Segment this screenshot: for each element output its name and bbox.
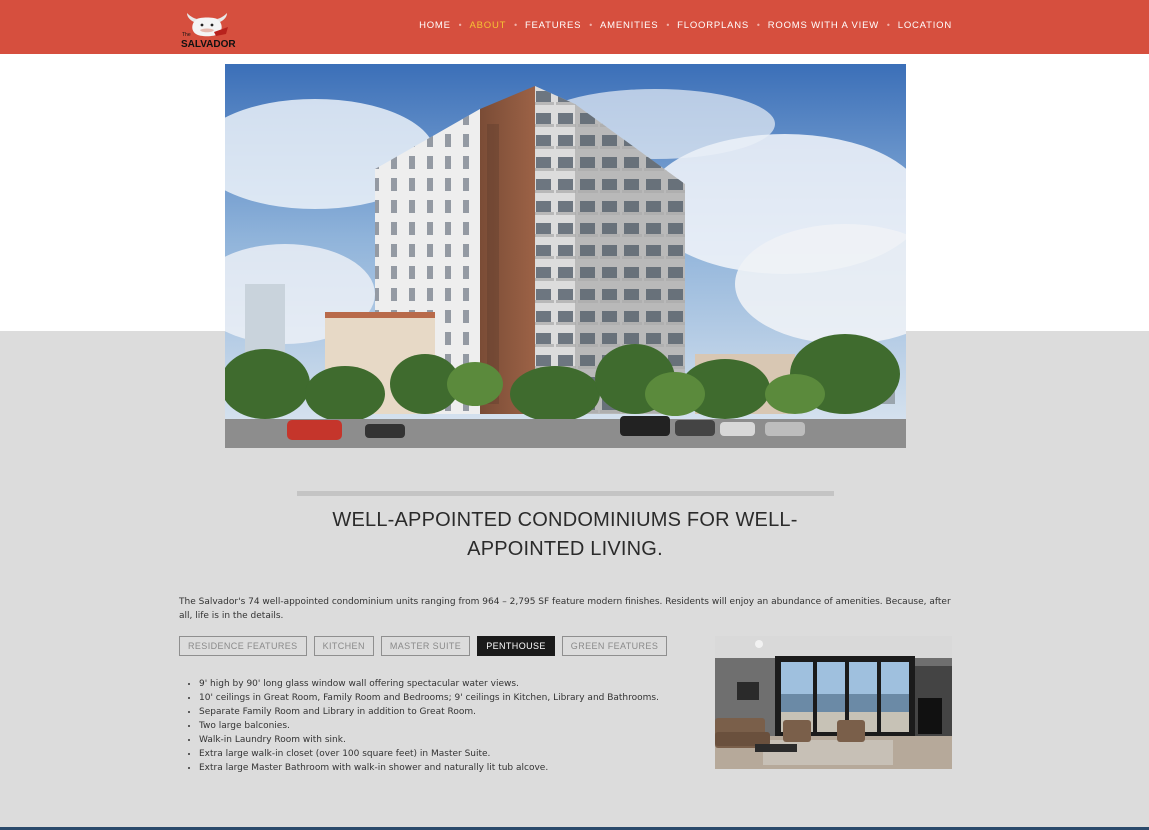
nav-separator: • bbox=[886, 21, 891, 30]
bull-logo-icon: The SALVADOR bbox=[181, 13, 236, 50]
nav-separator: • bbox=[513, 21, 518, 30]
logo-line1: The bbox=[182, 32, 191, 38]
tab-kitchen[interactable]: KITCHEN bbox=[313, 636, 374, 656]
penthouse-interior-image bbox=[715, 636, 952, 769]
nav-home[interactable]: HOME bbox=[419, 20, 451, 31]
tab-penthouse[interactable]: PENTHOUSE bbox=[477, 636, 555, 656]
nav-separator: • bbox=[665, 21, 671, 30]
tab-green-features[interactable]: GREEN FEATURES bbox=[561, 636, 668, 656]
tab-residence-features[interactable]: RESIDENCE FEATURES bbox=[179, 636, 307, 656]
nav-separator: • bbox=[756, 21, 761, 30]
main-nav: HOME • ABOUT • FEATURES • AMENITIES • FL… bbox=[419, 20, 952, 31]
site-header: The SALVADOR HOME • ABOUT • FEATURES • A… bbox=[0, 0, 1149, 54]
nav-floorplans[interactable]: FLOORPLANS bbox=[677, 20, 749, 31]
nav-rooms-with-a-view[interactable]: ROOMS WITH A VIEW bbox=[768, 20, 879, 31]
nav-amenities[interactable]: AMENITIES bbox=[600, 20, 658, 31]
penthouse-feature-list: 9' high by 90' long glass window wall of… bbox=[181, 677, 719, 775]
list-item: 9' high by 90' long glass window wall of… bbox=[199, 677, 719, 691]
list-item: Walk-in Laundry Room with sink. bbox=[199, 733, 719, 747]
nav-location[interactable]: LOCATION bbox=[898, 20, 952, 31]
feature-tabs: RESIDENCE FEATURES KITCHEN MASTER SUITE … bbox=[179, 636, 674, 656]
list-item: Extra large walk-in closet (over 100 squ… bbox=[199, 747, 719, 761]
tab-master-suite[interactable]: MASTER SUITE bbox=[380, 636, 471, 656]
logo-wordmark: SALVADOR bbox=[181, 39, 236, 50]
list-item: Separate Family Room and Library in addi… bbox=[199, 705, 719, 719]
nav-about[interactable]: ABOUT bbox=[469, 20, 506, 31]
nav-features[interactable]: FEATURES bbox=[525, 20, 581, 31]
salvador-logo[interactable]: The SALVADOR bbox=[180, 8, 238, 50]
hero-building-image bbox=[225, 64, 906, 448]
nav-separator: • bbox=[588, 21, 594, 30]
nav-separator: • bbox=[457, 21, 463, 30]
intro-text: The Salvador's 74 well-appointed condomi… bbox=[179, 597, 951, 621]
list-item: 10' ceilings in Great Room, Family Room … bbox=[199, 691, 719, 705]
list-item: Two large balconies. bbox=[199, 719, 719, 733]
section-divider bbox=[297, 491, 834, 496]
list-item: Extra large Master Bathroom with walk-in… bbox=[199, 761, 719, 775]
page-headline: WELL-APPOINTED CONDOMINIUMS FOR WELL-APP… bbox=[332, 509, 798, 560]
